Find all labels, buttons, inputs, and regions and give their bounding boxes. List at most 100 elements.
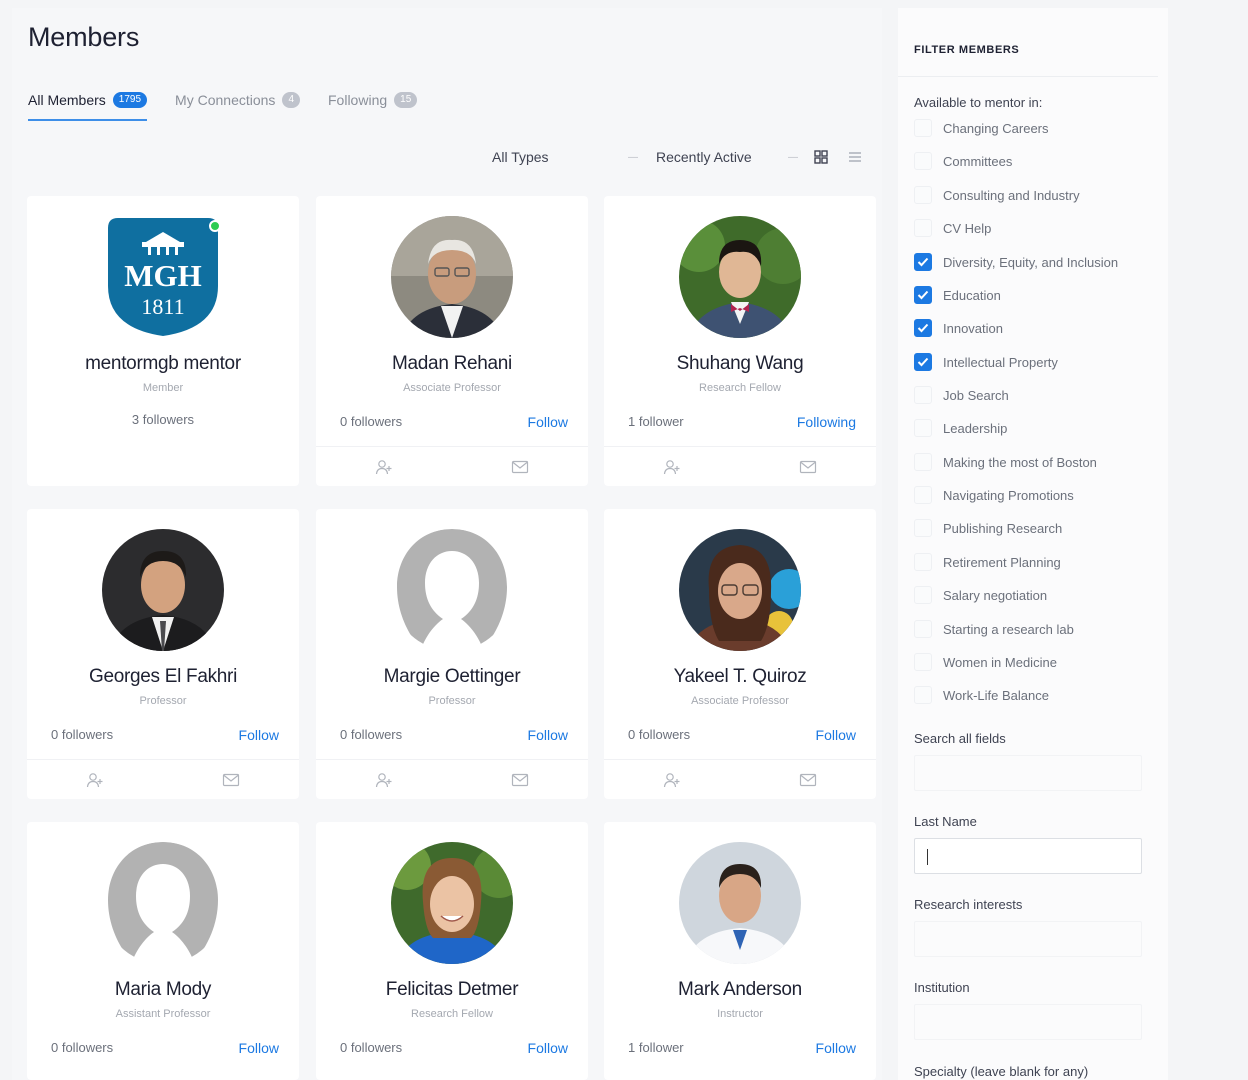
mentor-option-women[interactable]: Women in Medicine — [914, 652, 1057, 672]
research-interests-label: Research interests — [914, 897, 1023, 912]
mentor-option-dei[interactable]: Diversity, Equity, and Inclusion — [914, 252, 1118, 272]
check-icon — [917, 323, 929, 333]
checkbox-checked[interactable] — [914, 353, 932, 371]
avatar[interactable] — [679, 842, 801, 964]
mentor-option-job-search[interactable]: Job Search — [914, 385, 1009, 405]
last-name-label: Last Name — [914, 814, 977, 829]
following-button[interactable]: Following — [797, 414, 856, 430]
tab-all-members[interactable]: All Members 1795 — [28, 82, 148, 121]
mentor-option-research-lab[interactable]: Starting a research lab — [914, 619, 1074, 639]
member-name[interactable]: Felicitas Detmer — [316, 979, 588, 1001]
checkbox[interactable] — [914, 620, 932, 638]
follow-button[interactable]: Follow — [239, 1040, 279, 1056]
checkbox[interactable] — [914, 386, 932, 404]
member-card[interactable]: MGH 1811 mentormgb mentor Member 3 follo… — [27, 196, 299, 486]
follow-button[interactable]: Follow — [528, 727, 568, 743]
mentor-option-education[interactable]: Education — [914, 285, 1001, 305]
list-view-icon[interactable] — [844, 146, 866, 168]
member-name[interactable]: Madan Rehani — [316, 353, 588, 375]
member-card[interactable]: Yakeel T. Quiroz Associate Professor 0 f… — [604, 509, 876, 799]
mentor-option-consulting[interactable]: Consulting and Industry — [914, 185, 1080, 205]
member-card[interactable]: Georges El Fakhri Professor 0 followers … — [27, 509, 299, 799]
mentor-option-leadership[interactable]: Leadership — [914, 418, 1007, 438]
add-connection-icon[interactable] — [604, 447, 740, 486]
avatar[interactable] — [679, 529, 801, 651]
avatar[interactable]: MGH 1811 — [102, 216, 224, 338]
avatar[interactable] — [679, 216, 801, 338]
mentor-option-salary[interactable]: Salary negotiation — [914, 585, 1047, 605]
message-icon[interactable] — [740, 760, 876, 799]
avatar-placeholder[interactable] — [102, 842, 224, 964]
avatar[interactable] — [391, 216, 513, 338]
message-icon[interactable] — [452, 447, 588, 486]
checkbox[interactable] — [914, 653, 932, 671]
institution-select[interactable] — [914, 1004, 1142, 1040]
checkbox[interactable] — [914, 553, 932, 571]
member-name[interactable]: mentormgb mentor — [27, 353, 299, 375]
member-card[interactable]: Mark Anderson Instructor 1 follower Foll… — [604, 822, 876, 1080]
member-card[interactable]: Margie Oettinger Professor 0 followers F… — [316, 509, 588, 799]
mentor-option-work-life[interactable]: Work-Life Balance — [914, 685, 1049, 705]
checkbox[interactable] — [914, 686, 932, 704]
member-name[interactable]: Shuhang Wang — [604, 353, 876, 375]
mentor-option-retirement[interactable]: Retirement Planning — [914, 552, 1061, 572]
follow-button[interactable]: Follow — [816, 1040, 856, 1056]
checkbox[interactable] — [914, 219, 932, 237]
search-all-input[interactable] — [914, 755, 1142, 791]
page-title: Members — [28, 22, 140, 52]
mentor-option-publishing[interactable]: Publishing Research — [914, 518, 1062, 538]
tab-my-connections[interactable]: My Connections 4 — [175, 82, 300, 118]
checkbox-checked[interactable] — [914, 253, 932, 271]
mentor-option-innovation[interactable]: Innovation — [914, 318, 1003, 338]
last-name-input[interactable] — [914, 838, 1142, 874]
mentor-option-committees[interactable]: Committees — [914, 151, 1012, 171]
member-card[interactable]: Shuhang Wang Research Fellow 1 follower … — [604, 196, 876, 486]
avatar[interactable] — [391, 842, 513, 964]
follow-button[interactable]: Follow — [816, 727, 856, 743]
member-name[interactable]: Georges El Fakhri — [27, 666, 299, 688]
tab-following[interactable]: Following 15 — [328, 82, 418, 118]
filter-sidebar: FILTER MEMBERS Available to mentor in: C… — [898, 8, 1168, 1080]
member-name[interactable]: Margie Oettinger — [316, 666, 588, 688]
mentor-option-boston[interactable]: Making the most of Boston — [914, 452, 1097, 472]
add-connection-icon[interactable] — [27, 760, 163, 799]
grid-view-icon[interactable] — [810, 146, 832, 168]
checkbox[interactable] — [914, 152, 932, 170]
member-card[interactable]: Maria Mody Assistant Professor 0 followe… — [27, 822, 299, 1080]
member-name[interactable]: Yakeel T. Quiroz — [604, 666, 876, 688]
follow-button[interactable]: Follow — [239, 727, 279, 743]
add-connection-icon[interactable] — [316, 760, 452, 799]
message-icon[interactable] — [163, 760, 299, 799]
checkbox[interactable] — [914, 419, 932, 437]
member-type-select[interactable]: All Types — — [482, 149, 638, 165]
avatar[interactable] — [102, 529, 224, 651]
member-card[interactable]: Madan Rehani Associate Professor 0 follo… — [316, 196, 588, 486]
checkbox[interactable] — [914, 119, 932, 137]
message-icon[interactable] — [740, 447, 876, 486]
research-interests-input[interactable] — [914, 921, 1142, 957]
add-connection-icon[interactable] — [316, 447, 452, 486]
mentor-option-cv-help[interactable]: CV Help — [914, 218, 991, 238]
member-name[interactable]: Maria Mody — [27, 979, 299, 1001]
option-label: Publishing Research — [943, 520, 1063, 536]
checkbox[interactable] — [914, 486, 932, 504]
logo-text: MGH — [124, 258, 202, 293]
checkbox-checked[interactable] — [914, 319, 932, 337]
follow-button[interactable]: Follow — [528, 414, 568, 430]
add-connection-icon[interactable] — [604, 760, 740, 799]
follow-button[interactable]: Follow — [528, 1040, 568, 1056]
member-name[interactable]: Mark Anderson — [604, 979, 876, 1001]
checkbox[interactable] — [914, 453, 932, 471]
mentor-option-ip[interactable]: Intellectual Property — [914, 352, 1058, 372]
avatar-placeholder[interactable] — [391, 529, 513, 651]
checkbox[interactable] — [914, 186, 932, 204]
message-icon[interactable] — [452, 760, 588, 799]
checkbox[interactable] — [914, 519, 932, 537]
checkbox[interactable] — [914, 586, 932, 604]
checkbox-checked[interactable] — [914, 286, 932, 304]
mentor-option-promotions[interactable]: Navigating Promotions — [914, 485, 1074, 505]
card-actions — [27, 759, 299, 799]
member-card[interactable]: Felicitas Detmer Research Fellow 0 follo… — [316, 822, 588, 1080]
sort-select[interactable]: Recently Active — — [656, 149, 798, 165]
mentor-option-changing-careers[interactable]: Changing Careers — [914, 118, 1049, 138]
